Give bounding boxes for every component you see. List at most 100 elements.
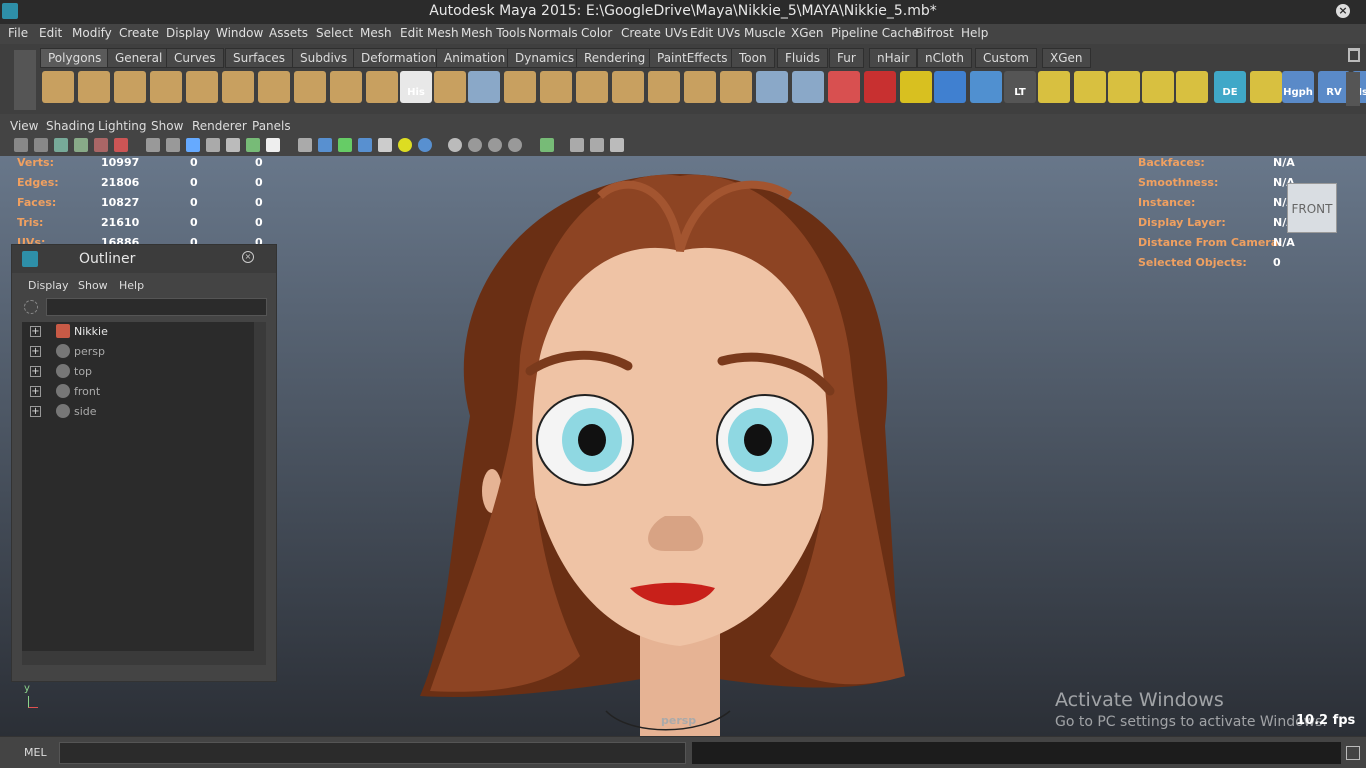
resolution-gate-icon[interactable] <box>186 138 200 152</box>
viewport-menu-show[interactable]: Show <box>151 119 183 133</box>
shelf-tab-subdivs[interactable]: Subdivs <box>292 48 356 68</box>
outliner-item-nikkie[interactable]: + Nikkie <box>22 322 254 342</box>
outliner-menu-display[interactable]: Display <box>28 279 69 292</box>
expand-icon[interactable]: + <box>30 386 41 397</box>
uv-cylindrical-icon[interactable] <box>1074 71 1106 103</box>
menu-mesh[interactable]: Mesh <box>360 26 392 40</box>
command-input[interactable] <box>59 742 686 764</box>
universal-manipulator-icon[interactable] <box>934 71 966 103</box>
shelf-tab-surfaces[interactable]: Surfaces <box>225 48 293 68</box>
viewport-menu-lighting[interactable]: Lighting <box>98 119 147 133</box>
menu-assets[interactable]: Assets <box>269 26 308 40</box>
shelf-tab-xgen[interactable]: XGen <box>1042 48 1091 68</box>
menu-modify[interactable]: Modify <box>72 26 112 40</box>
menu-display[interactable]: Display <box>166 26 210 40</box>
poly-cone-icon[interactable] <box>150 71 182 103</box>
outliner-item-front[interactable]: + front <box>22 382 254 402</box>
shelf-tab-ncloth[interactable]: nCloth <box>917 48 972 68</box>
separate-icon[interactable] <box>434 71 466 103</box>
poly-cylinder-icon[interactable] <box>114 71 146 103</box>
filter-icon[interactable] <box>24 300 38 314</box>
render-icon[interactable] <box>970 71 1002 103</box>
shelf-menu-handle[interactable] <box>14 50 36 110</box>
expand-icon[interactable]: + <box>30 346 41 357</box>
merge-vertices-icon[interactable] <box>756 71 788 103</box>
expand-icon[interactable]: + <box>30 326 41 337</box>
viewport-menu-panels[interactable]: Panels <box>252 119 291 133</box>
menu-normals[interactable]: Normals <box>528 26 578 40</box>
select-camera-icon[interactable] <box>14 138 28 152</box>
extrude-icon[interactable] <box>540 71 572 103</box>
outliner-menu-help[interactable]: Help <box>119 279 144 292</box>
menu-xgen[interactable]: XGen <box>791 26 824 40</box>
menu-create[interactable]: Create <box>119 26 159 40</box>
menu-help[interactable]: Help <box>961 26 988 40</box>
outliner-horizontal-scrollbar[interactable] <box>22 651 266 665</box>
poly-pipe-icon[interactable] <box>294 71 326 103</box>
poly-torus-icon[interactable] <box>222 71 254 103</box>
x-ray-icon[interactable] <box>570 138 584 152</box>
lights-icon[interactable] <box>398 138 412 152</box>
x-ray-active-icon[interactable] <box>590 138 604 152</box>
outliner-vertical-scrollbar[interactable] <box>254 322 266 651</box>
menu-file[interactable]: File <box>8 26 28 40</box>
extract-icon[interactable] <box>468 71 500 103</box>
history-icon[interactable]: His <box>400 71 432 103</box>
uv-spherical-icon[interactable] <box>1108 71 1140 103</box>
outliner-item-persp[interactable]: + persp <box>22 342 254 362</box>
ambient-occlusion-icon[interactable] <box>448 138 462 152</box>
field-chart-icon[interactable] <box>226 138 240 152</box>
bridge-icon[interactable] <box>576 71 608 103</box>
de-icon[interactable]: DE <box>1214 71 1246 103</box>
textured-icon[interactable] <box>378 138 392 152</box>
shelf-tab-deformation[interactable]: Deformation <box>353 48 444 68</box>
snap-target-icon[interactable] <box>900 71 932 103</box>
paint-tool-icon[interactable] <box>864 71 896 103</box>
shelf-tab-rendering[interactable]: Rendering <box>576 48 654 68</box>
sculpt-geometry-icon[interactable] <box>828 71 860 103</box>
shelf-tab-dynamics[interactable]: Dynamics <box>507 48 583 68</box>
smooth-icon[interactable] <box>504 71 536 103</box>
shelf-tab-fur[interactable]: Fur <box>829 48 864 68</box>
shelf-tab-nhair[interactable]: nHair <box>869 48 918 68</box>
menu-mesh-tools[interactable]: Mesh Tools <box>461 26 526 40</box>
safe-action-icon[interactable] <box>246 138 260 152</box>
command-language-toggle[interactable]: MEL <box>24 746 47 759</box>
default-material-icon[interactable] <box>358 138 372 152</box>
grease-pencil-icon[interactable] <box>94 138 108 152</box>
shelf-tab-polygons[interactable]: Polygons <box>40 48 110 68</box>
viewport-menu-renderer[interactable]: Renderer <box>192 119 247 133</box>
split-polygon-icon[interactable] <box>648 71 680 103</box>
shelf-tab-painteffects[interactable]: PaintEffects <box>649 48 736 68</box>
menu-create-uvs[interactable]: Create UVs <box>621 26 688 40</box>
motion-blur-icon[interactable] <box>468 138 482 152</box>
menu-edit-mesh[interactable]: Edit Mesh <box>400 26 459 40</box>
outliner-close-button[interactable]: × <box>242 251 254 263</box>
append-polygon-icon[interactable] <box>612 71 644 103</box>
menu-window[interactable]: Window <box>216 26 263 40</box>
shelf-tab-general[interactable]: General <box>107 48 171 68</box>
menu-pipeline-cache[interactable]: Pipeline Cache <box>831 26 919 40</box>
poly-cube-icon[interactable] <box>78 71 110 103</box>
lt-icon[interactable]: LT <box>1004 71 1036 103</box>
safe-title-icon[interactable] <box>266 138 280 152</box>
trash-icon[interactable] <box>1348 48 1360 62</box>
shelf-tab-curves[interactable]: Curves <box>166 48 224 68</box>
menu-select[interactable]: Select <box>316 26 353 40</box>
expand-icon[interactable]: + <box>30 366 41 377</box>
anti-aliasing-icon[interactable] <box>488 138 502 152</box>
viewcube[interactable]: FRONT <box>1287 183 1337 233</box>
wireframe-icon[interactable] <box>298 138 312 152</box>
poly-sphere-icon[interactable] <box>42 71 74 103</box>
depth-of-field-icon[interactable] <box>508 138 522 152</box>
offset-edge-loop-icon[interactable] <box>720 71 752 103</box>
collapse-icon[interactable] <box>792 71 824 103</box>
bookmarks-icon[interactable] <box>54 138 68 152</box>
close-window-button[interactable]: × <box>1336 4 1350 18</box>
x-ray-joints-icon[interactable] <box>610 138 624 152</box>
wireframe-on-shaded-icon[interactable] <box>338 138 352 152</box>
paint-icon[interactable] <box>114 138 128 152</box>
hypergraph-icon[interactable]: Hgph <box>1282 71 1314 103</box>
shelf-tab-animation[interactable]: Animation <box>436 48 514 68</box>
outliner-title-bar[interactable]: Outliner × <box>12 245 276 273</box>
